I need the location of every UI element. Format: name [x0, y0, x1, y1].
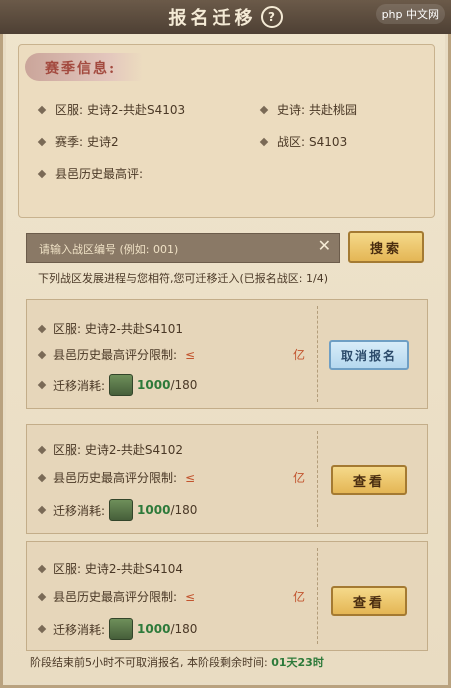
county-score-label: 县邑历史最高评: — [55, 167, 144, 181]
card-limit-label: 县邑历史最高评分限制: — [53, 348, 178, 362]
epic-value: 共赴桃园 — [309, 103, 358, 117]
cost-current: 1000 — [137, 622, 171, 636]
season-value: 史诗2 — [87, 135, 119, 149]
close-icon[interactable]: ✕ — [318, 236, 331, 255]
diamond-bullet-icon — [37, 473, 47, 482]
card-server: 区服: 史诗2-共赴S4101 — [53, 322, 183, 336]
card-limit-row: 县邑历史最高评分限制: ≤ — [37, 469, 196, 486]
card-divider — [317, 431, 318, 527]
zone-card: 区服: 史诗2-共赴S4101 县邑历史最高评分限制: ≤ 亿 迁移消耗: 10… — [26, 299, 428, 409]
cost-total: /180 — [170, 378, 198, 392]
card-cost-label: 迁移消耗: — [53, 503, 106, 518]
view-button[interactable]: 查看 — [331, 465, 407, 495]
material-pile-icon — [109, 618, 134, 640]
diamond-bullet-icon — [37, 592, 47, 601]
less-equal-sign: ≤ — [185, 589, 196, 604]
less-equal-sign: ≤ — [185, 347, 196, 362]
card-cost-row: 迁移消耗: 1000 /180 — [37, 618, 198, 640]
server-row: 区服: 史诗2-共赴S4103 — [37, 101, 186, 118]
card-cost-row: 迁移消耗: 1000 /180 — [37, 499, 198, 521]
server-value: 史诗2-共赴S4103 — [87, 103, 186, 117]
footer-text: 阶段结束前5小时不可取消报名, 本阶段剩余时间: — [30, 656, 268, 669]
zone-value: S4103 — [309, 134, 348, 149]
card-limit-row: 县邑历史最高评分限制: ≤ — [37, 588, 196, 605]
cost-current: 1000 — [137, 503, 171, 517]
diamond-bullet-icon — [259, 105, 269, 114]
diamond-bullet-icon — [37, 169, 47, 178]
card-server-row: 区服: 史诗2-共赴S4101 — [37, 320, 183, 337]
watermark: php 中文网 — [375, 4, 445, 24]
epic-row: 史诗: 共赴桃园 — [259, 101, 358, 118]
season-info-panel: 赛季信息: 区服: 史诗2-共赴S4103 史诗: 共赴桃园 赛季: 史诗2 战… — [18, 44, 435, 218]
season-row: 赛季: 史诗2 — [37, 133, 119, 150]
zone-card: 区服: 史诗2-共赴S4104 县邑历史最高评分限制: ≤ 亿 迁移消耗: 10… — [26, 541, 428, 651]
zone-row: 战区: S4103 — [259, 133, 348, 150]
cost-current: 1000 — [137, 378, 171, 392]
search-box: ✕ — [26, 233, 340, 263]
footer-notice: 阶段结束前5小时不可取消报名, 本阶段剩余时间: 01天23时 — [30, 654, 324, 670]
limit-unit: 亿 — [293, 348, 306, 362]
card-server-row: 区服: 史诗2-共赴S4104 — [37, 560, 183, 577]
material-pile-icon — [109, 499, 134, 521]
material-pile-icon — [109, 374, 134, 396]
diamond-bullet-icon — [37, 105, 47, 114]
title-bar: 报名迁移 ? php 中文网 — [0, 0, 451, 34]
page-title: 报名迁移 — [168, 8, 257, 29]
diamond-bullet-icon — [37, 624, 47, 634]
card-limit-label: 县邑历史最高评分限制: — [53, 590, 178, 604]
search-button[interactable]: 搜索 — [348, 231, 424, 263]
card-server: 区服: 史诗2-共赴S4104 — [53, 562, 183, 576]
zone-card: 区服: 史诗2-共赴S4102 县邑历史最高评分限制: ≤ 亿 迁移消耗: 10… — [26, 424, 428, 534]
limit-unit: 亿 — [293, 590, 306, 604]
zone-search-input[interactable] — [37, 238, 311, 260]
zone-label: 战区: — [277, 135, 306, 149]
diamond-bullet-icon — [37, 324, 47, 333]
diamond-bullet-icon — [37, 350, 47, 359]
less-equal-sign: ≤ — [185, 470, 196, 485]
season-info-title: 赛季信息: — [45, 61, 117, 77]
help-icon[interactable]: ? — [260, 6, 283, 28]
diamond-bullet-icon — [259, 137, 269, 146]
view-button[interactable]: 查看 — [331, 586, 407, 616]
limit-unit: 亿 — [293, 471, 306, 485]
migration-panel: 报名迁移 ? php 中文网 赛季信息: 区服: 史诗2-共赴S4103 史诗:… — [0, 0, 451, 688]
remaining-time: 01天23时 — [271, 656, 324, 669]
county-score-row: 县邑历史最高评: — [37, 165, 144, 182]
diamond-bullet-icon — [37, 445, 47, 454]
cost-total: /180 — [170, 622, 198, 636]
diamond-bullet-icon — [37, 505, 47, 515]
diamond-bullet-icon — [37, 564, 47, 573]
cancel-registration-button[interactable]: 取消报名 — [329, 340, 409, 370]
card-cost-row: 迁移消耗: 1000 /180 — [37, 374, 198, 396]
card-divider — [317, 306, 318, 402]
epic-label: 史诗: — [277, 103, 306, 117]
eligible-zones-hint: 下列战区发展进程与您相符,您可迁移迁入(已报名战区: 1/4) — [38, 272, 328, 285]
card-cost-label: 迁移消耗: — [53, 378, 106, 393]
server-label: 区服: — [55, 103, 84, 117]
card-cost-label: 迁移消耗: — [53, 622, 106, 637]
card-server: 区服: 史诗2-共赴S4102 — [53, 443, 183, 457]
card-server-row: 区服: 史诗2-共赴S4102 — [37, 441, 183, 458]
card-limit-row: 县邑历史最高评分限制: ≤ — [37, 346, 196, 363]
diamond-bullet-icon — [37, 380, 47, 390]
diamond-bullet-icon — [37, 137, 47, 146]
card-divider — [317, 548, 318, 644]
card-limit-label: 县邑历史最高评分限制: — [53, 471, 178, 485]
cost-total: /180 — [170, 503, 198, 517]
season-label: 赛季: — [55, 135, 84, 149]
